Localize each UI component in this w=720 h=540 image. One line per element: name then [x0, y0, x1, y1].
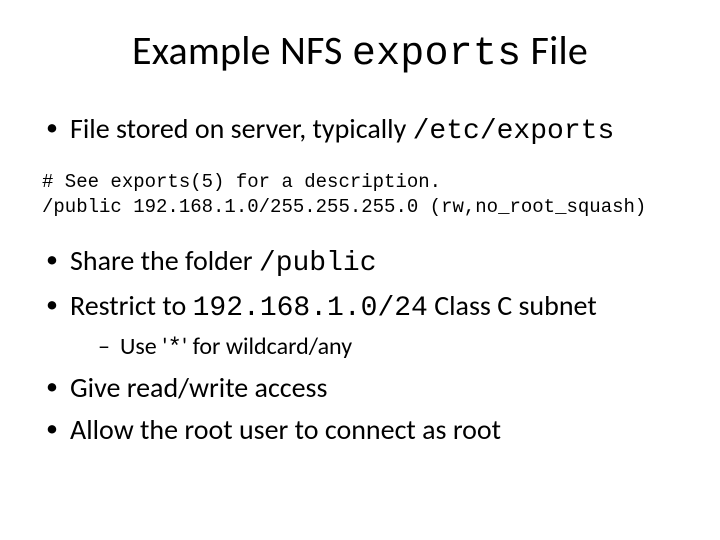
code-line-1: # See exports(5) for a description. [42, 171, 441, 193]
slide-title: Example NFS exports File [36, 26, 684, 77]
bullet-5: Allow the root user to connect as root [42, 412, 684, 448]
sub-bullet-1: Use '*' for wildcard/any [96, 331, 684, 364]
bullet-1-code: /etc/exports [413, 116, 615, 147]
bullet-2-code: /public [259, 248, 377, 279]
title-code: exports [352, 32, 521, 77]
sub-bullet-1-pre: Use ' [120, 332, 167, 361]
bullet-list: File stored on server, typically /etc/ex… [36, 111, 684, 150]
bullet-5-text: Allow the root user to connect as root [70, 412, 501, 447]
bullet-4-text: Give read/write access [70, 370, 327, 405]
sub-bullet-1-post: ' for wildcard/any [182, 332, 352, 361]
bullet-2-pre: Share the folder [70, 243, 259, 278]
bullet-3-post: Class C subnet [428, 288, 597, 323]
bullet-1-pre: File stored on server, typically [70, 111, 413, 146]
bullet-3-pre: Restrict to [70, 288, 193, 323]
bullet-2: Share the folder /public [42, 243, 684, 282]
code-line-2: /public 192.168.1.0/255.255.255.0 (rw,no… [42, 196, 646, 218]
sub-bullet-list: Use '*' for wildcard/any [70, 331, 684, 364]
bullet-3: Restrict to 192.168.1.0/24 Class C subne… [42, 288, 684, 364]
code-block: # See exports(5) for a description. /pub… [42, 170, 684, 221]
bullet-4: Give read/write access [42, 370, 684, 406]
bullet-list-2: Share the folder /public Restrict to 192… [36, 243, 684, 448]
bullet-1: File stored on server, typically /etc/ex… [42, 111, 684, 150]
title-pre: Example NFS [132, 26, 352, 75]
bullet-3-code: 192.168.1.0/24 [193, 293, 428, 324]
sub-bullet-1-code: * [167, 335, 181, 362]
title-post: File [521, 26, 588, 75]
